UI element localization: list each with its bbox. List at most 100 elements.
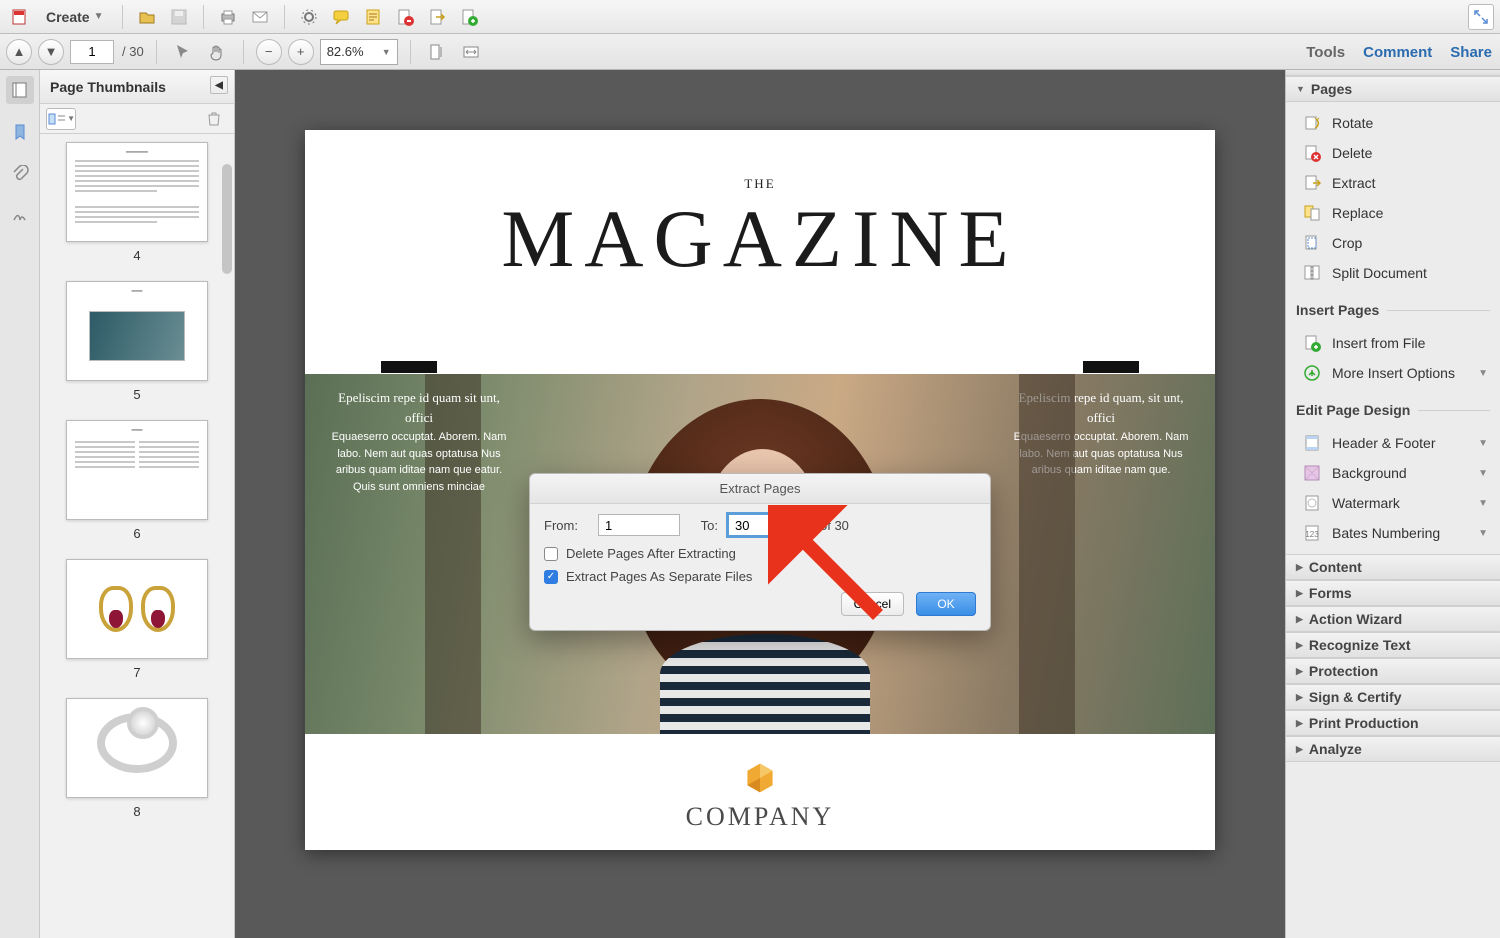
fit-page-icon[interactable] xyxy=(423,38,451,66)
bookmarks-tab-icon[interactable] xyxy=(6,118,34,146)
decor-bar xyxy=(1083,361,1139,373)
right-panel-tabs: Tools Comment Share xyxy=(1306,34,1492,70)
watermark-icon xyxy=(1302,493,1322,513)
thumbnail-item[interactable]: ━━━━━━ 4 xyxy=(52,142,222,263)
action-wizard-section-header[interactable]: ▶Action Wizard xyxy=(1286,606,1500,632)
protection-section-header[interactable]: ▶Protection xyxy=(1286,658,1500,684)
share-link[interactable]: Share xyxy=(1450,44,1492,61)
thumbnail-label: 4 xyxy=(52,248,222,263)
page-number-input[interactable] xyxy=(70,40,114,64)
thumbnails-scrollbar[interactable] xyxy=(220,134,234,938)
cancel-button[interactable]: Cancel xyxy=(841,592,904,616)
more-insert-item[interactable]: More Insert Options▼ xyxy=(1294,358,1500,388)
extract-pages-dialog: Extract Pages From: To: of 30 Delete Pag… xyxy=(529,473,991,631)
header-footer-icon xyxy=(1302,433,1322,453)
signatures-tab-icon[interactable] xyxy=(6,202,34,230)
chevron-down-icon: ▼ xyxy=(1478,528,1492,539)
document-area[interactable]: THE MAGAZINE Epeliscim repe id quam sit … xyxy=(235,70,1285,938)
forms-section-header[interactable]: ▶Forms xyxy=(1286,580,1500,606)
thumbnails-panel: Page Thumbnails ◀ ▼ ━━━━━━ 4 ━━━ 5 ━━━ 6 xyxy=(40,70,235,938)
select-tool-icon[interactable] xyxy=(169,38,197,66)
chevron-down-icon: ▼ xyxy=(382,47,391,57)
delete-page-icon[interactable] xyxy=(391,3,419,31)
extract-item[interactable]: Extract xyxy=(1294,168,1500,198)
hero-text-right: Epeliscim repe id quam, sit unt, offici … xyxy=(1011,388,1191,479)
checkbox-icon xyxy=(544,547,558,561)
zoom-out-button[interactable]: − xyxy=(256,39,282,65)
delete-after-checkbox[interactable]: Delete Pages After Extracting xyxy=(544,546,976,561)
thumbnail-label: 5 xyxy=(52,387,222,402)
open-icon[interactable] xyxy=(133,3,161,31)
hero-text-left: Epeliscim repe id quam sit unt, offici E… xyxy=(329,388,509,495)
thumbnail-options-icon[interactable]: ▼ xyxy=(46,108,76,130)
company-name: COMPANY xyxy=(305,802,1215,832)
gear-icon[interactable] xyxy=(295,3,323,31)
to-input[interactable] xyxy=(728,514,810,536)
ok-button[interactable]: OK xyxy=(916,592,976,616)
zoom-dropdown[interactable]: 82.6% ▼ xyxy=(320,39,398,65)
thumbnail-item[interactable]: 8 xyxy=(52,698,222,819)
trash-icon[interactable] xyxy=(200,105,228,133)
separate-files-checkbox[interactable]: Extract Pages As Separate Files xyxy=(544,569,976,584)
of-label: of 30 xyxy=(820,518,849,533)
prev-page-button[interactable]: ▲ xyxy=(6,39,32,65)
chevron-down-icon: ▼ xyxy=(1478,368,1492,379)
dialog-title: Extract Pages xyxy=(530,474,990,504)
chevron-down-icon: ▼ xyxy=(94,11,104,22)
thumbnail-item[interactable]: 7 xyxy=(52,559,222,680)
background-item[interactable]: Background▼ xyxy=(1294,458,1500,488)
recognize-text-section-header[interactable]: ▶Recognize Text xyxy=(1286,632,1500,658)
extract-page-icon[interactable] xyxy=(423,3,451,31)
tools-link[interactable]: Tools xyxy=(1306,44,1345,61)
delete-item[interactable]: Delete xyxy=(1294,138,1500,168)
create-button[interactable]: Create ▼ xyxy=(38,3,112,31)
save-icon[interactable] xyxy=(165,3,193,31)
replace-icon xyxy=(1302,203,1322,223)
thumbnail-label: 6 xyxy=(52,526,222,541)
crop-item[interactable]: Crop xyxy=(1294,228,1500,258)
email-icon[interactable] xyxy=(246,3,274,31)
svg-text:123: 123 xyxy=(1305,530,1319,539)
thumbnails-tab-icon[interactable] xyxy=(6,76,34,104)
content-section-header[interactable]: ▶Content xyxy=(1286,554,1500,580)
zoom-in-button[interactable]: + xyxy=(288,39,314,65)
nav-toolbar: ▲ ▼ / 30 − + 82.6% ▼ Tools Comment Share xyxy=(0,34,1500,70)
maximize-icon[interactable] xyxy=(1468,4,1494,30)
thumbnail-item[interactable]: ━━━ 5 xyxy=(52,281,222,402)
pages-section-header[interactable]: ▼Pages xyxy=(1286,76,1500,102)
chevron-down-icon: ▼ xyxy=(1478,438,1492,449)
thumbnails-list[interactable]: ━━━━━━ 4 ━━━ 5 ━━━ 6 7 8 xyxy=(40,134,234,938)
hand-tool-icon[interactable] xyxy=(203,38,231,66)
from-input[interactable] xyxy=(598,514,680,536)
decor-bar xyxy=(381,361,437,373)
note-icon[interactable] xyxy=(359,3,387,31)
watermark-item[interactable]: Watermark▼ xyxy=(1294,488,1500,518)
bates-item[interactable]: 123Bates Numbering▼ xyxy=(1294,518,1500,548)
delete-icon xyxy=(1302,143,1322,163)
replace-item[interactable]: Replace xyxy=(1294,198,1500,228)
insert-from-file-item[interactable]: Insert from File xyxy=(1294,328,1500,358)
fit-width-icon[interactable] xyxy=(457,38,485,66)
print-icon[interactable] xyxy=(214,3,242,31)
analyze-section-header[interactable]: ▶Analyze xyxy=(1286,736,1500,762)
background-icon xyxy=(1302,463,1322,483)
magazine-title: MAGAZINE xyxy=(305,192,1215,286)
thumbnail-item[interactable]: ━━━ 6 xyxy=(52,420,222,541)
sign-certify-section-header[interactable]: ▶Sign & Certify xyxy=(1286,684,1500,710)
company-block: COMPANY xyxy=(305,760,1215,832)
rotate-item[interactable]: Rotate xyxy=(1294,108,1500,138)
insert-page-icon[interactable] xyxy=(455,3,483,31)
chevron-down-icon: ▼ xyxy=(1478,468,1492,479)
comment-link[interactable]: Comment xyxy=(1363,44,1432,61)
print-production-section-header[interactable]: ▶Print Production xyxy=(1286,710,1500,736)
insert-file-icon xyxy=(1302,333,1322,353)
next-page-button[interactable]: ▼ xyxy=(38,39,64,65)
header-footer-item[interactable]: Header & Footer▼ xyxy=(1294,428,1500,458)
to-label: To: xyxy=(690,518,718,533)
attachments-tab-icon[interactable] xyxy=(6,160,34,188)
split-item[interactable]: Split Document xyxy=(1294,258,1500,288)
from-label: From: xyxy=(544,518,588,533)
comment-bubble-icon[interactable] xyxy=(327,3,355,31)
create-pdf-icon[interactable] xyxy=(6,3,34,31)
collapse-panel-icon[interactable]: ◀ xyxy=(210,76,228,94)
